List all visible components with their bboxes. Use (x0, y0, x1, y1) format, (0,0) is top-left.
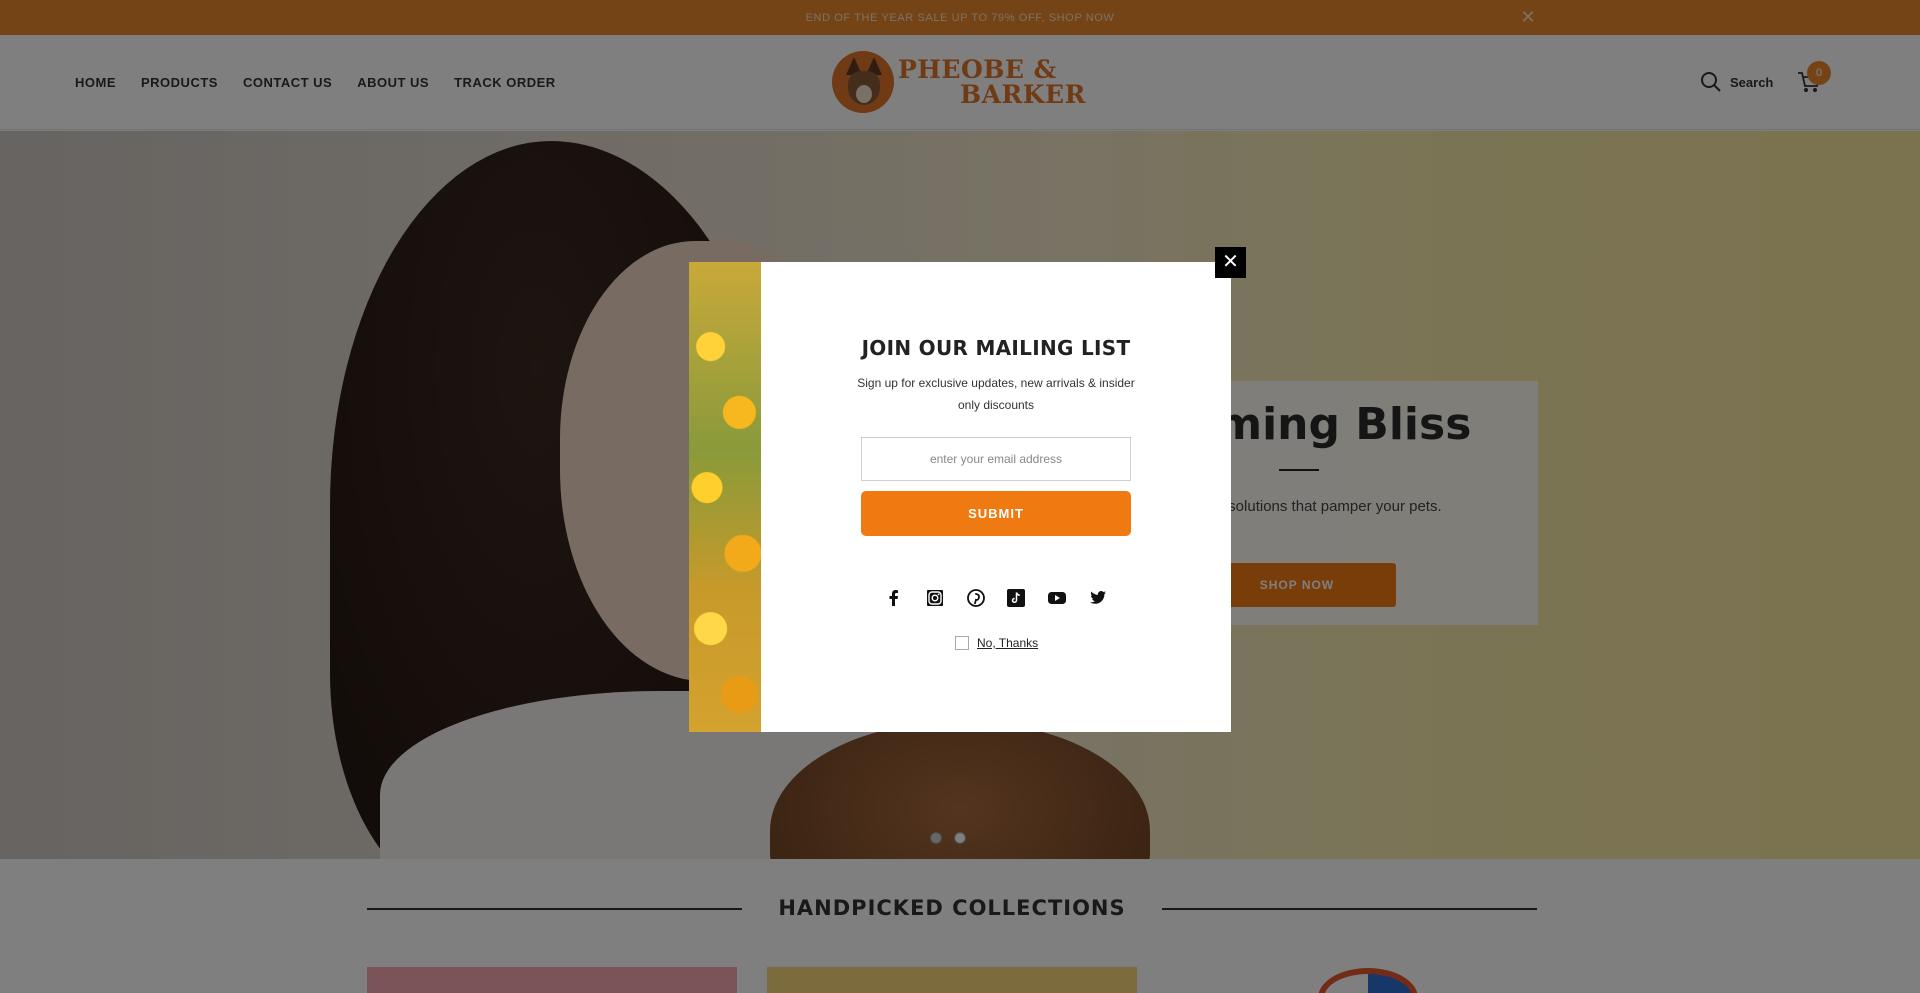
email-input[interactable] (861, 437, 1131, 481)
youtube-icon[interactable] (1046, 587, 1068, 609)
twitter-icon[interactable] (1087, 587, 1109, 609)
decline-checkbox-box[interactable] (955, 636, 969, 650)
popup-title: JOIN OUR MAILING LIST (861, 336, 1131, 360)
facebook-icon[interactable] (883, 587, 905, 609)
no-thanks-checkbox[interactable]: No, Thanks (955, 636, 1038, 650)
tiktok-icon[interactable] (1005, 587, 1027, 609)
instagram-icon[interactable] (924, 587, 946, 609)
submit-button[interactable]: SUBMIT (861, 491, 1131, 536)
pinterest-icon[interactable] (965, 587, 987, 609)
no-thanks-link[interactable]: No, Thanks (977, 636, 1038, 650)
social-links (883, 587, 1109, 609)
popup-subtitle: Sign up for exclusive updates, new arriv… (857, 376, 1135, 412)
popup-close-icon[interactable]: ✕ (1215, 247, 1246, 278)
popup-flower-image (689, 262, 761, 732)
newsletter-popup: JOIN OUR MAILING LIST Sign up for exclus… (689, 262, 1231, 732)
